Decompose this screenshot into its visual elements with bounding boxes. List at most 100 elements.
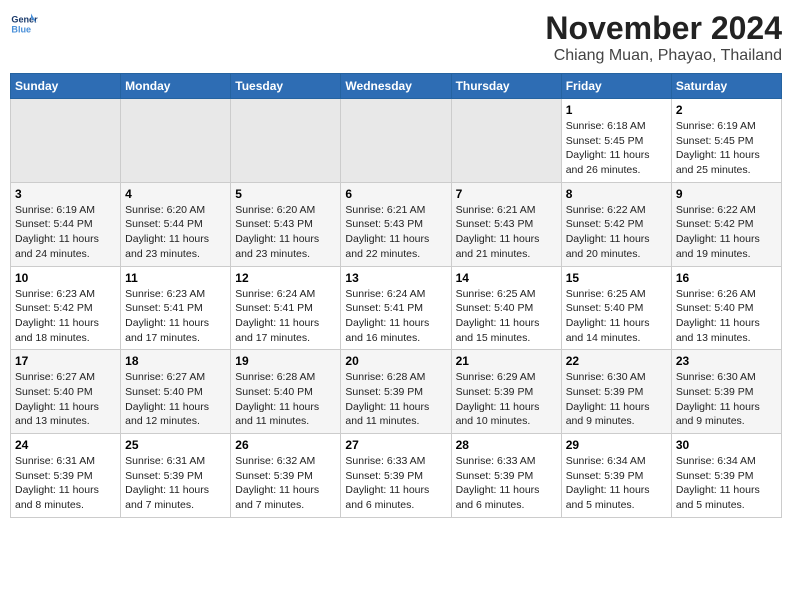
day-info: Sunrise: 6:23 AMSunset: 5:41 PMDaylight:… [125,287,226,346]
logo-icon: General Blue [10,10,38,38]
day-number: 14 [456,271,557,285]
weekday-header-cell: Sunday [11,74,121,99]
weekday-header-cell: Tuesday [231,74,341,99]
day-number: 28 [456,438,557,452]
day-info: Sunrise: 6:25 AMSunset: 5:40 PMDaylight:… [566,287,667,346]
day-info: Sunrise: 6:33 AMSunset: 5:39 PMDaylight:… [456,454,557,513]
page-header: General Blue November 2024 Chiang Muan, … [10,10,782,65]
day-number: 29 [566,438,667,452]
svg-text:Blue: Blue [11,24,31,34]
day-info: Sunrise: 6:24 AMSunset: 5:41 PMDaylight:… [345,287,446,346]
calendar-cell: 18 Sunrise: 6:27 AMSunset: 5:40 PMDaylig… [121,350,231,434]
day-number: 19 [235,354,336,368]
day-number: 11 [125,271,226,285]
day-info: Sunrise: 6:21 AMSunset: 5:43 PMDaylight:… [456,203,557,262]
calendar-cell [341,99,451,183]
weekday-header-cell: Wednesday [341,74,451,99]
day-number: 23 [676,354,777,368]
day-info: Sunrise: 6:34 AMSunset: 5:39 PMDaylight:… [676,454,777,513]
day-number: 24 [15,438,116,452]
calendar-cell: 12 Sunrise: 6:24 AMSunset: 5:41 PMDaylig… [231,266,341,350]
day-info: Sunrise: 6:24 AMSunset: 5:41 PMDaylight:… [235,287,336,346]
day-info: Sunrise: 6:22 AMSunset: 5:42 PMDaylight:… [566,203,667,262]
day-number: 8 [566,187,667,201]
day-number: 13 [345,271,446,285]
calendar-cell: 17 Sunrise: 6:27 AMSunset: 5:40 PMDaylig… [11,350,121,434]
calendar-cell: 8 Sunrise: 6:22 AMSunset: 5:42 PMDayligh… [561,182,671,266]
day-info: Sunrise: 6:20 AMSunset: 5:43 PMDaylight:… [235,203,336,262]
calendar-cell [231,99,341,183]
calendar-cell: 22 Sunrise: 6:30 AMSunset: 5:39 PMDaylig… [561,350,671,434]
day-info: Sunrise: 6:28 AMSunset: 5:40 PMDaylight:… [235,370,336,429]
calendar-cell [451,99,561,183]
day-info: Sunrise: 6:30 AMSunset: 5:39 PMDaylight:… [676,370,777,429]
day-info: Sunrise: 6:31 AMSunset: 5:39 PMDaylight:… [125,454,226,513]
day-number: 9 [676,187,777,201]
day-number: 10 [15,271,116,285]
day-info: Sunrise: 6:34 AMSunset: 5:39 PMDaylight:… [566,454,667,513]
month-title: November 2024 [545,10,782,47]
calendar-body: 1 Sunrise: 6:18 AMSunset: 5:45 PMDayligh… [11,99,782,518]
weekday-header-row: SundayMondayTuesdayWednesdayThursdayFrid… [11,74,782,99]
day-number: 25 [125,438,226,452]
day-info: Sunrise: 6:31 AMSunset: 5:39 PMDaylight:… [15,454,116,513]
calendar-cell: 24 Sunrise: 6:31 AMSunset: 5:39 PMDaylig… [11,434,121,518]
weekday-header-cell: Thursday [451,74,561,99]
weekday-header-cell: Monday [121,74,231,99]
day-number: 3 [15,187,116,201]
day-info: Sunrise: 6:21 AMSunset: 5:43 PMDaylight:… [345,203,446,262]
calendar-cell: 2 Sunrise: 6:19 AMSunset: 5:45 PMDayligh… [671,99,781,183]
calendar-week-row: 3 Sunrise: 6:19 AMSunset: 5:44 PMDayligh… [11,182,782,266]
day-info: Sunrise: 6:26 AMSunset: 5:40 PMDaylight:… [676,287,777,346]
day-info: Sunrise: 6:32 AMSunset: 5:39 PMDaylight:… [235,454,336,513]
calendar-cell: 3 Sunrise: 6:19 AMSunset: 5:44 PMDayligh… [11,182,121,266]
day-info: Sunrise: 6:33 AMSunset: 5:39 PMDaylight:… [345,454,446,513]
calendar-table: SundayMondayTuesdayWednesdayThursdayFrid… [10,73,782,518]
day-info: Sunrise: 6:18 AMSunset: 5:45 PMDaylight:… [566,119,667,178]
day-info: Sunrise: 6:28 AMSunset: 5:39 PMDaylight:… [345,370,446,429]
calendar-week-row: 24 Sunrise: 6:31 AMSunset: 5:39 PMDaylig… [11,434,782,518]
day-number: 12 [235,271,336,285]
day-number: 27 [345,438,446,452]
day-info: Sunrise: 6:25 AMSunset: 5:40 PMDaylight:… [456,287,557,346]
day-number: 22 [566,354,667,368]
calendar-cell [121,99,231,183]
day-number: 21 [456,354,557,368]
day-number: 18 [125,354,226,368]
title-area: November 2024 Chiang Muan, Phayao, Thail… [545,10,782,65]
calendar-cell: 14 Sunrise: 6:25 AMSunset: 5:40 PMDaylig… [451,266,561,350]
day-info: Sunrise: 6:27 AMSunset: 5:40 PMDaylight:… [15,370,116,429]
calendar-cell: 30 Sunrise: 6:34 AMSunset: 5:39 PMDaylig… [671,434,781,518]
day-number: 20 [345,354,446,368]
calendar-cell: 26 Sunrise: 6:32 AMSunset: 5:39 PMDaylig… [231,434,341,518]
calendar-cell [11,99,121,183]
day-info: Sunrise: 6:19 AMSunset: 5:44 PMDaylight:… [15,203,116,262]
calendar-week-row: 1 Sunrise: 6:18 AMSunset: 5:45 PMDayligh… [11,99,782,183]
calendar-week-row: 17 Sunrise: 6:27 AMSunset: 5:40 PMDaylig… [11,350,782,434]
calendar-cell: 10 Sunrise: 6:23 AMSunset: 5:42 PMDaylig… [11,266,121,350]
calendar-cell: 16 Sunrise: 6:26 AMSunset: 5:40 PMDaylig… [671,266,781,350]
day-number: 5 [235,187,336,201]
day-info: Sunrise: 6:19 AMSunset: 5:45 PMDaylight:… [676,119,777,178]
calendar-cell: 9 Sunrise: 6:22 AMSunset: 5:42 PMDayligh… [671,182,781,266]
calendar-cell: 25 Sunrise: 6:31 AMSunset: 5:39 PMDaylig… [121,434,231,518]
day-number: 6 [345,187,446,201]
calendar-week-row: 10 Sunrise: 6:23 AMSunset: 5:42 PMDaylig… [11,266,782,350]
day-info: Sunrise: 6:27 AMSunset: 5:40 PMDaylight:… [125,370,226,429]
calendar-cell: 6 Sunrise: 6:21 AMSunset: 5:43 PMDayligh… [341,182,451,266]
day-info: Sunrise: 6:30 AMSunset: 5:39 PMDaylight:… [566,370,667,429]
weekday-header-cell: Friday [561,74,671,99]
calendar-cell: 1 Sunrise: 6:18 AMSunset: 5:45 PMDayligh… [561,99,671,183]
calendar-cell: 15 Sunrise: 6:25 AMSunset: 5:40 PMDaylig… [561,266,671,350]
calendar-cell: 28 Sunrise: 6:33 AMSunset: 5:39 PMDaylig… [451,434,561,518]
day-number: 30 [676,438,777,452]
calendar-cell: 29 Sunrise: 6:34 AMSunset: 5:39 PMDaylig… [561,434,671,518]
day-info: Sunrise: 6:29 AMSunset: 5:39 PMDaylight:… [456,370,557,429]
calendar-cell: 21 Sunrise: 6:29 AMSunset: 5:39 PMDaylig… [451,350,561,434]
day-number: 7 [456,187,557,201]
calendar-cell: 5 Sunrise: 6:20 AMSunset: 5:43 PMDayligh… [231,182,341,266]
day-info: Sunrise: 6:23 AMSunset: 5:42 PMDaylight:… [15,287,116,346]
day-info: Sunrise: 6:22 AMSunset: 5:42 PMDaylight:… [676,203,777,262]
day-number: 16 [676,271,777,285]
day-number: 15 [566,271,667,285]
